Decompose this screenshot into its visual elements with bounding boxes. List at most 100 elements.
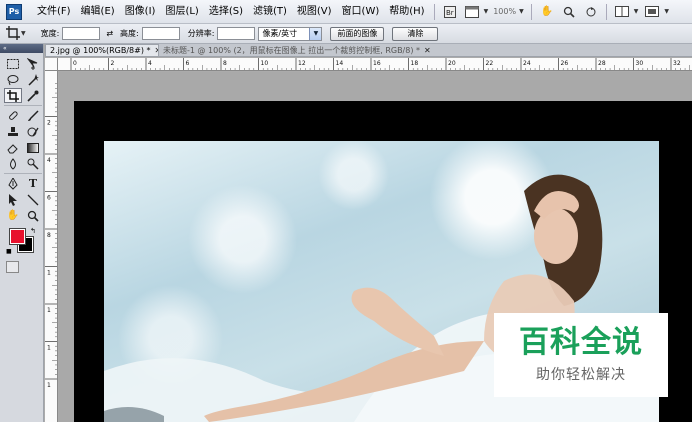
vertical-ruler[interactable]: 2 4 6 8 1 1 1 1 [45, 71, 58, 422]
menu-file[interactable]: 文件(F) [32, 0, 76, 24]
blur-icon[interactable] [4, 156, 22, 171]
color-swatches: ↰ ■ [4, 227, 43, 259]
resolution-label: 分辨率: [187, 29, 215, 38]
tool-divider [4, 105, 42, 106]
tab-document-2[interactable]: 未标题-1 @ 100% (2，用鼠标在图像上 拉出一个裁剪控制框, RGB/8… [159, 44, 445, 56]
quick-mask-icon[interactable] [6, 261, 19, 273]
toolbox-collapse-icon[interactable]: « [0, 44, 43, 53]
tool-divider [4, 173, 42, 174]
zoom-level[interactable]: 100% [491, 7, 518, 16]
screen-mode-icon[interactable] [464, 5, 480, 19]
pen-icon[interactable] [4, 176, 22, 191]
hand-icon[interactable]: ✋ [539, 5, 555, 19]
ruler-origin[interactable] [45, 58, 58, 71]
ruler-label: 10 [261, 60, 269, 67]
photoshop-window: Ps 文件(F) 编辑(E) 图像(I) 图层(L) 选择(S) 滤镜(T) 视… [0, 0, 692, 422]
menu-window[interactable]: 窗口(W) [337, 0, 385, 24]
ruler-label: 28 [598, 60, 606, 67]
chevron-down-icon[interactable]: ▼ [664, 8, 669, 15]
ruler-label: 14 [336, 60, 344, 67]
ruler-label: 2 [111, 60, 115, 67]
history-brush-icon[interactable] [24, 124, 42, 139]
swap-colors-icon[interactable]: ↰ [30, 227, 36, 235]
close-icon[interactable]: ✕ [424, 46, 431, 55]
quick-mask-controls [6, 261, 43, 273]
zoom-tool-icon[interactable] [24, 208, 42, 223]
svg-text:Br: Br [446, 9, 454, 17]
ruler-label: 16 [373, 60, 381, 67]
chevron-down-icon[interactable]: ▼ [519, 8, 524, 15]
menu-filter[interactable]: 滤镜(T) [248, 0, 292, 24]
menu-image[interactable]: 图像(I) [120, 0, 161, 24]
chevron-down-icon: ▼ [21, 30, 26, 37]
ruler-label: 1 [47, 307, 51, 314]
ruler-label: 32 [673, 60, 681, 67]
menu-help[interactable]: 帮助(H) [384, 0, 429, 24]
tab-label: 未标题-1 @ 100% (2，用鼠标在图像上 拉出一个裁剪控制框, RGB/8… [163, 45, 421, 55]
ruler-label: 24 [523, 60, 531, 67]
eyedropper-icon[interactable] [24, 88, 42, 103]
ruler-label: 4 [47, 157, 51, 164]
height-label: 高度: [120, 29, 139, 38]
ruler-label: 2 [47, 120, 51, 127]
foreground-color-swatch[interactable] [9, 228, 26, 245]
magic-wand-icon[interactable] [24, 72, 42, 87]
dodge-icon[interactable] [24, 156, 42, 171]
arrange-documents-icon[interactable] [614, 5, 630, 19]
chevron-down-icon[interactable]: ▼ [484, 8, 489, 15]
ruler-label: 0 [73, 60, 77, 67]
horizontal-ruler[interactable]: 0 2 4 6 8 10 12 14 16 18 20 22 24 26 28 30 32 [45, 58, 692, 71]
ruler-label: 6 [47, 195, 51, 202]
rotate-view-icon[interactable] [583, 5, 599, 19]
gradient-icon[interactable] [24, 140, 42, 155]
line-icon[interactable] [24, 192, 42, 207]
menu-divider [530, 3, 532, 20]
menu-bar: Ps 文件(F) 编辑(E) 图像(I) 图层(L) 选择(S) 滤镜(T) 视… [0, 0, 692, 24]
tool-preset-picker[interactable]: ▼ [6, 25, 29, 42]
height-field[interactable] [141, 27, 180, 40]
ruler-label: 4 [148, 60, 152, 67]
ruler-label: 6 [186, 60, 190, 67]
brush-icon[interactable] [24, 108, 42, 123]
resolution-field[interactable] [217, 27, 256, 40]
menu-edit[interactable]: 编辑(E) [76, 0, 120, 24]
path-select-icon[interactable] [4, 192, 22, 207]
ruler-label: 8 [47, 232, 51, 239]
watermark-badge: 百科全说 助你轻松解决 [494, 313, 668, 397]
healing-brush-icon[interactable] [4, 108, 22, 123]
ruler-label: 1 [47, 345, 51, 352]
tab-label: 2.jpg @ 100%(RGB/8#) * [50, 46, 151, 55]
eraser-icon[interactable] [4, 140, 22, 155]
menu-select[interactable]: 选择(S) [204, 0, 248, 24]
ruler-label: 26 [561, 60, 569, 67]
hand-tool-icon[interactable]: ✋ [4, 208, 22, 223]
menu-divider [433, 3, 435, 20]
ruler-label: 18 [411, 60, 419, 67]
crop-icon [6, 25, 20, 42]
front-image-button[interactable]: 前面的图像 [330, 26, 385, 41]
menu-view[interactable]: 视图(V) [292, 0, 337, 24]
bridge-icon[interactable]: Br [442, 5, 458, 19]
workspace-icon[interactable] [644, 5, 660, 19]
marquee-icon[interactable] [4, 56, 22, 71]
clone-stamp-icon[interactable] [4, 124, 22, 139]
tab-document-1[interactable]: 2.jpg @ 100%(RGB/8#) * ✕ [45, 44, 159, 56]
menu-layer[interactable]: 图层(L) [160, 0, 203, 24]
clear-button[interactable]: 清除 [392, 26, 439, 41]
lasso-icon[interactable] [4, 72, 22, 87]
width-label: 宽度: [40, 29, 60, 38]
resolution-unit-select[interactable]: 像素/英寸 ▼ [258, 26, 323, 41]
default-colors-icon[interactable]: ■ [6, 248, 12, 255]
ps-logo-icon[interactable]: Ps [6, 3, 22, 20]
ruler-label: 8 [223, 60, 227, 67]
move-icon[interactable] [24, 56, 42, 71]
chevron-down-icon[interactable]: ▼ [634, 8, 639, 15]
menu-divider [605, 3, 607, 20]
watermark-subtitle: 助你轻松解决 [536, 367, 626, 383]
swap-icon[interactable]: ⇄ [106, 29, 113, 38]
type-icon[interactable]: T [24, 176, 42, 191]
zoom-icon[interactable] [561, 5, 577, 19]
ruler-label: 20 [448, 60, 456, 67]
crop-tool-icon[interactable] [4, 88, 22, 103]
width-field[interactable] [62, 27, 101, 40]
